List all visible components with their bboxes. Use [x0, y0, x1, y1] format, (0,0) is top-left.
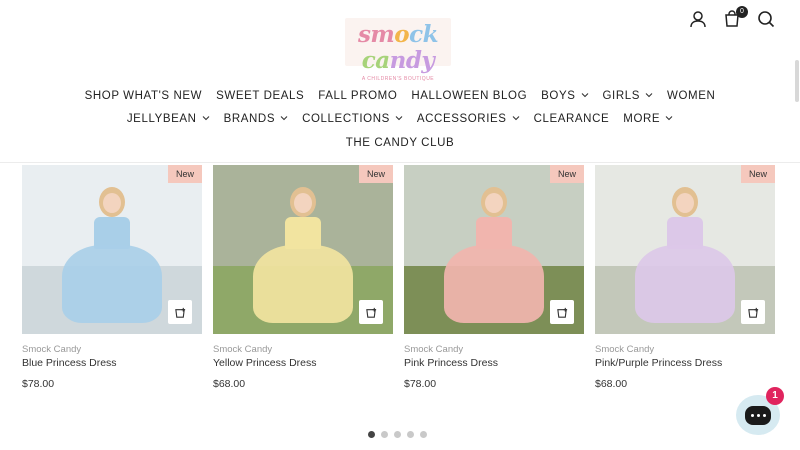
quick-add-button[interactable] — [359, 300, 383, 324]
dress-skirt — [253, 245, 353, 323]
quick-add-icon — [556, 307, 567, 318]
logo-subtitle: A CHILDREN'S BOUTIQUE — [361, 76, 435, 82]
product-title[interactable]: Blue Princess Dress — [22, 357, 202, 369]
header-icons: 0 — [688, 6, 776, 29]
chevron-down-icon — [581, 90, 589, 102]
nav-item-sweet-deals[interactable]: SWEET DEALS — [216, 90, 304, 102]
quick-add-icon — [365, 307, 376, 318]
dress-skirt — [62, 245, 162, 323]
chevron-down-icon — [280, 113, 288, 125]
nav-item-label: GIRLS — [602, 90, 641, 102]
nav-item-clearance[interactable]: CLEARANCE — [534, 113, 610, 125]
product-vendor[interactable]: Smock Candy — [404, 344, 584, 355]
nav-item-collections[interactable]: COLLECTIONS — [302, 113, 403, 125]
nav-item-girls[interactable]: GIRLS — [603, 90, 654, 102]
product-card[interactable]: New Smock Candy Blue Princess Dress $78.00 — [22, 165, 202, 390]
nav-item-shop-what-s-new[interactable]: SHOP WHAT'S NEW — [85, 90, 202, 102]
nav-item-label: BRANDS — [223, 113, 276, 125]
product-image[interactable]: New — [404, 165, 584, 334]
main-nav-row-2: JELLYBEAN BRANDS COLLECTIONS ACCESSORIES CLE… — [0, 113, 800, 125]
carousel-dot[interactable] — [381, 431, 388, 438]
product-price: $68.00 — [213, 378, 246, 390]
nav-item-label: BOYS — [541, 90, 576, 102]
chat-button[interactable]: 1 — [736, 387, 784, 435]
nav-item-label: CLEARANCE — [533, 113, 610, 125]
product-card[interactable]: New Smock Candy Pink Princess Dress $78.00 — [404, 165, 584, 390]
product-price: $68.00 — [595, 378, 628, 390]
quick-add-button[interactable] — [550, 300, 574, 324]
account-icon[interactable] — [688, 9, 708, 29]
product-title[interactable]: Pink Princess Dress — [404, 357, 584, 369]
chevron-down-icon — [665, 113, 673, 125]
main-nav-row-1: SHOP WHAT'S NEW SWEET DEALS FALL PROMO HALL… — [0, 90, 800, 102]
carousel-dot[interactable] — [394, 431, 401, 438]
child-face — [103, 193, 121, 213]
product-card[interactable]: New Smock Candy Pink/Purple Princess Dress… — [595, 165, 775, 390]
carousel-dot[interactable] — [420, 431, 427, 438]
page-scrollbar[interactable] — [795, 60, 799, 102]
product-price: $78.00 — [404, 378, 437, 390]
product-vendor[interactable]: Smock Candy — [595, 344, 775, 355]
quick-add-button[interactable] — [741, 300, 765, 324]
product-vendor[interactable]: Smock Candy — [213, 344, 393, 355]
carousel-dots — [368, 431, 427, 438]
dress-skirt — [444, 245, 544, 323]
nav-item-halloween-blog[interactable]: HALLOWEEN BLOG — [411, 90, 527, 102]
nav-item-more[interactable]: MORE — [623, 113, 673, 125]
nav-item-label: ACCESSORIES — [416, 113, 507, 125]
nav-item-jellybean[interactable]: JELLYBEAN — [127, 113, 210, 125]
chevron-down-icon — [645, 90, 653, 102]
product-image[interactable]: New — [22, 165, 202, 334]
logo-wordmark: smock candy — [357, 21, 439, 74]
nav-item-label: SHOP WHAT'S NEW — [84, 90, 203, 102]
chat-icon — [745, 405, 771, 425]
logo[interactable]: smock candy A CHILDREN'S BOUTIQUE — [345, 18, 451, 82]
product-grid: New Smock Candy Blue Princess Dress $78.00 N… — [22, 165, 775, 390]
nav-item-fall-promo[interactable]: FALL PROMO — [318, 90, 397, 102]
child-face — [294, 193, 312, 213]
search-icon[interactable] — [756, 9, 776, 29]
carousel-dot[interactable] — [407, 431, 414, 438]
carousel-dot[interactable] — [368, 431, 375, 438]
nav-item-label: THE CANDY CLUB — [345, 137, 455, 149]
product-price: $78.00 — [22, 378, 55, 390]
quick-add-icon — [174, 307, 185, 318]
cart-count-badge: 0 — [736, 6, 748, 18]
product-image[interactable]: New — [595, 165, 775, 334]
cart-icon[interactable]: 0 — [722, 6, 748, 29]
nav-item-brands[interactable]: BRANDS — [224, 113, 289, 125]
quick-add-icon — [747, 307, 758, 318]
nav-item-label: FALL PROMO — [318, 90, 398, 102]
product-image[interactable]: New — [213, 165, 393, 334]
child-face — [676, 193, 694, 213]
quick-add-button[interactable] — [168, 300, 192, 324]
new-badge: New — [740, 165, 775, 183]
nav-item-label: JELLYBEAN — [126, 113, 197, 125]
new-badge: New — [549, 165, 584, 183]
nav-item-accessories[interactable]: ACCESSORIES — [417, 113, 520, 125]
new-badge: New — [358, 165, 393, 183]
new-badge: New — [167, 165, 202, 183]
nav-item-boys[interactable]: BOYS — [541, 90, 588, 102]
nav-item-label: MORE — [623, 113, 661, 125]
product-title[interactable]: Pink/Purple Princess Dress — [595, 357, 775, 369]
chevron-down-icon — [395, 113, 403, 125]
main-nav-row-3: THE CANDY CLUB — [0, 137, 800, 149]
product-title[interactable]: Yellow Princess Dress — [213, 357, 393, 369]
child-face — [485, 193, 503, 213]
dress-skirt — [635, 245, 735, 323]
chat-notification-badge: 1 — [766, 387, 784, 405]
nav-item-the-candy-club[interactable]: THE CANDY CLUB — [346, 137, 455, 149]
product-card[interactable]: New Smock Candy Yellow Princess Dress $68.0… — [213, 165, 393, 390]
nav-item-label: HALLOWEEN BLOG — [411, 90, 528, 102]
nav-item-label: WOMEN — [667, 90, 716, 102]
chevron-down-icon — [512, 113, 520, 125]
nav-item-women[interactable]: WOMEN — [667, 90, 715, 102]
chevron-down-icon — [202, 113, 210, 125]
product-vendor[interactable]: Smock Candy — [22, 344, 202, 355]
site-header: smock candy A CHILDREN'S BOUTIQUE 0 SHOP… — [0, 0, 800, 163]
nav-item-label: SWEET DEALS — [216, 90, 305, 102]
nav-item-label: COLLECTIONS — [302, 113, 390, 125]
